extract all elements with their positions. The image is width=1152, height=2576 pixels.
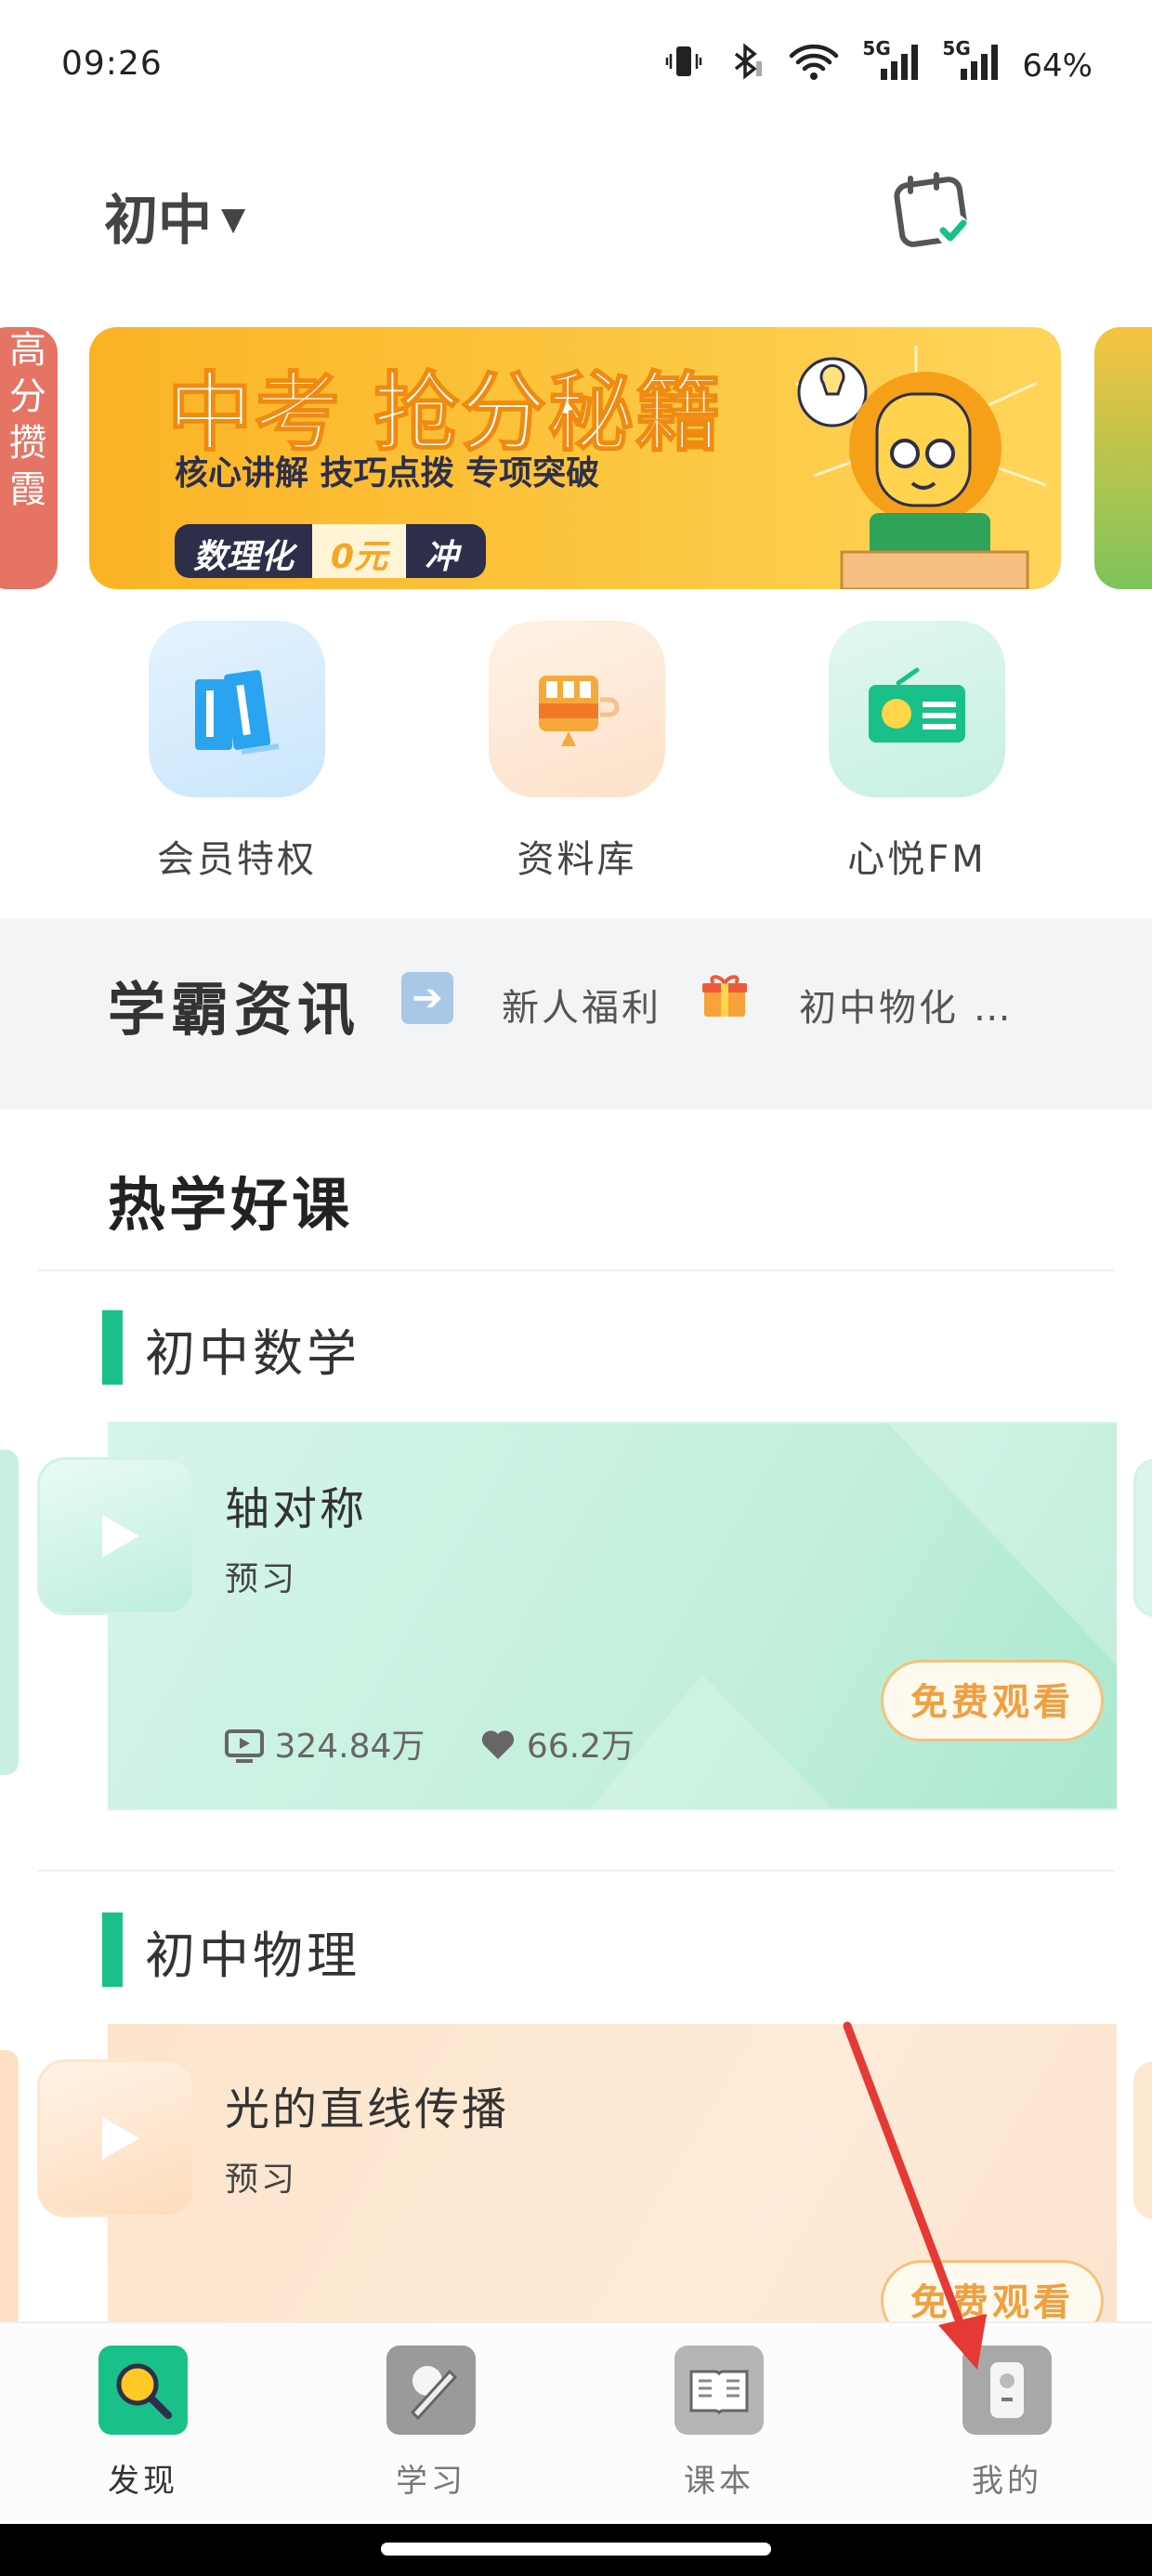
likes-stat: 66.2万 [480,1719,635,1768]
quick-action-label: 资料库 [517,838,637,881]
course-type: 预习 [225,1560,298,1598]
nav-item-study[interactable]: 学习 [347,2346,515,2501]
video-play-icon [225,1728,274,1766]
course-name: 光的直线传播 [225,2083,510,2136]
course-stats: 324.84万 66.2万 [225,1719,635,1768]
home-indicator[interactable] [381,2543,771,2556]
card-prev-peek [0,1450,19,1775]
quick-action-label: 心悦FM [847,838,987,881]
banner-pill: 数理化 0元 冲 [175,524,487,578]
nav-label: 学习 [396,2463,466,2500]
annotation-arrow-icon [843,2021,987,2370]
grade-label: 初中 [104,189,213,252]
status-bar: 09:26 5G 5G 64% [0,0,1152,130]
banner-pill-subjects: 数理化 [175,524,313,578]
caret-down-icon: ▼ [221,201,246,238]
category-title-physics: 初中物理 [145,1926,360,1985]
radio-icon [829,621,1005,797]
signal-label-2: 5G [942,37,971,59]
books-icon [149,621,325,797]
status-icons: 5G 5G 64% [663,37,1093,90]
signal-icon-1: 5G [862,37,922,90]
wifi-icon [786,41,842,90]
news-item-2[interactable]: 初中物化 … [799,978,1014,1032]
book-icon [674,2346,764,2435]
heart-icon [480,1728,526,1766]
divider [37,1269,1115,1271]
magnifier-icon [98,2346,188,2435]
nav-item-textbook[interactable]: 课本 [635,2346,803,2501]
banner-pill-price: 0元 [312,524,407,578]
category-title-math: 初中数学 [145,1324,360,1383]
gift-icon [699,968,751,1032]
quick-action-library[interactable]: 资料库 [489,621,665,883]
course-play-thumbnail[interactable] [37,2059,195,2217]
promo-banner[interactable]: 中考 抢分秘籍 核心讲解 技巧点拨 专项突破 数理化 0元 冲 [89,327,1061,589]
free-watch-button[interactable]: 免费观看 [881,1660,1104,1741]
section-title: 热学好课 [108,1171,354,1239]
category-accent-bar [102,1310,123,1385]
system-gesture-bar [0,2524,1152,2576]
course-card-math[interactable]: 轴对称 预习 324.84万 66.2万 免费观看 [108,1422,1117,1810]
news-strip[interactable]: 学霸资讯 ➔ 新人福利 初中物化 … [0,918,1152,1110]
course-play-thumbnail[interactable] [37,1457,195,1615]
course-name: 轴对称 [225,1483,368,1535]
lion-mascot-illustration [777,346,1055,589]
signal-icon-2: 5G [942,37,1001,90]
banner-prev-peek[interactable]: 高分攒霞 [0,327,58,589]
nav-label: 发现 [108,2463,178,2500]
card-next-peek [1133,2061,1152,2219]
course-type: 预习 [225,2161,298,2199]
nav-item-discover[interactable]: 发现 [59,2346,227,2501]
banner-subtitle: 核心讲解 技巧点拨 专项突破 [175,454,600,493]
card-prev-peek [0,2050,19,2329]
play-icon [102,2117,139,2160]
views-stat: 324.84万 [225,1719,425,1768]
views-count: 324.84万 [274,1728,425,1766]
likes-count: 66.2万 [526,1728,635,1766]
arrow-right-icon: ➔ [401,972,453,1024]
grade-selector[interactable]: 初中 ▼ [104,177,245,255]
banner-pill-go: 冲 [406,524,487,578]
calendar-check-icon[interactable] [892,169,977,255]
vibrate-icon [663,41,704,90]
quick-action-vip[interactable]: 会员特权 [149,621,325,883]
divider [37,1870,1115,1872]
news-item-1[interactable]: 新人福利 [502,978,661,1032]
play-icon [102,1515,139,1557]
pencil-icon [386,2346,476,2435]
news-title: 学霸资讯 [108,976,361,1044]
quick-action-fm[interactable]: 心悦FM [829,621,1005,883]
nav-label: 课本 [684,2463,754,2500]
battery-level: 64% [1022,46,1093,85]
banner-next-peek[interactable] [1094,327,1152,589]
category-accent-bar [102,1912,123,1987]
signal-label-1: 5G [862,37,891,59]
card-next-peek [1133,1459,1152,1617]
bluetooth-icon [725,41,766,90]
banner-prev-text: 高分攒霞 [9,329,46,511]
nav-label: 我的 [972,2463,1042,2500]
archive-icon [489,621,665,797]
status-time: 09:26 [61,45,163,83]
quick-action-label: 会员特权 [157,838,317,881]
